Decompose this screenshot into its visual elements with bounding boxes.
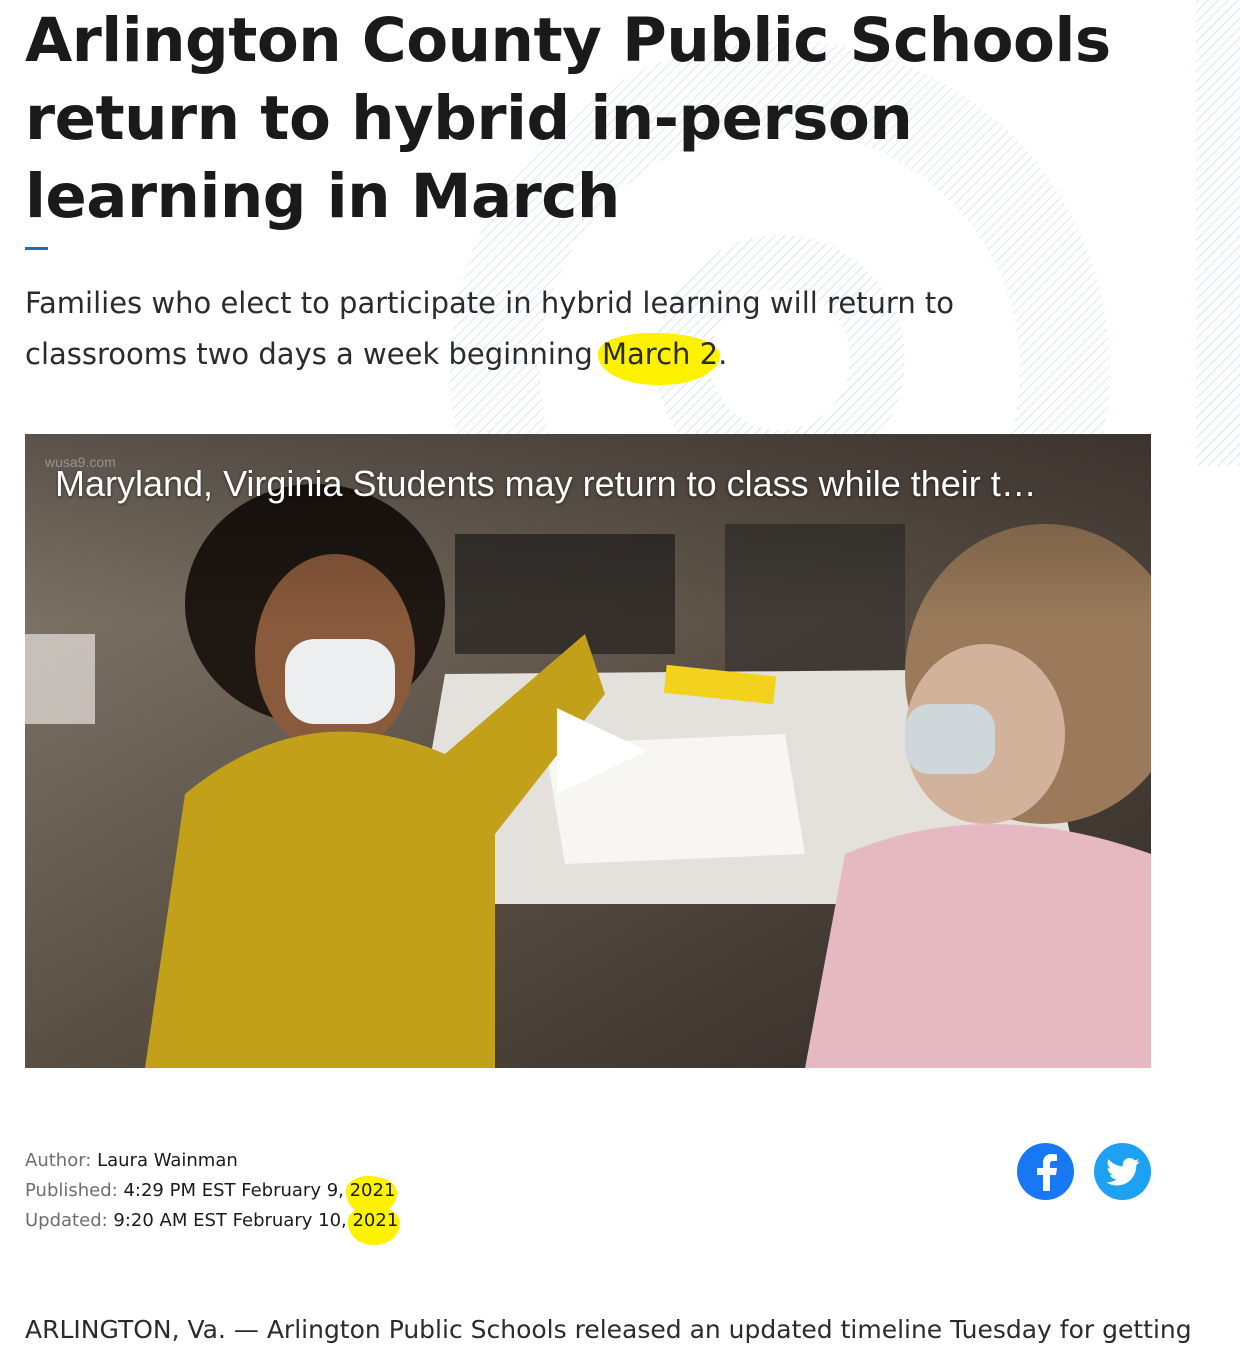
author-label: Author: <box>25 1150 98 1171</box>
published-label: Published: <box>25 1180 124 1201</box>
updated-date: 9:20 AM EST February 10, <box>113 1210 353 1231</box>
dek-highlight: March 2 <box>602 337 719 371</box>
twitter-icon <box>1105 1157 1140 1185</box>
published-line: Published: 4:29 PM EST February 9, 2021 <box>25 1176 398 1206</box>
article-dek: Families who elect to participate in hyb… <box>25 278 1075 380</box>
author-line: Author: Laura Wainman <box>25 1146 398 1176</box>
article-meta: Author: Laura Wainman Published: 4:29 PM… <box>25 1146 398 1236</box>
play-button[interactable] <box>555 706 655 796</box>
article-headline: Arlington County Public Schools return t… <box>25 5 1111 232</box>
accent-rule <box>25 247 48 250</box>
published-date: 4:29 PM EST February 9, <box>123 1180 350 1201</box>
play-icon <box>557 708 647 794</box>
video-title[interactable]: Maryland, Virginia Students may return t… <box>55 462 1125 506</box>
facebook-share-button[interactable] <box>1017 1143 1074 1200</box>
updated-line: Updated: 9:20 AM EST February 10, 2021 <box>25 1206 398 1236</box>
video-player[interactable]: wusa9.com Maryland, Virginia Students ma… <box>25 434 1151 1068</box>
author-name[interactable]: Laura Wainman <box>97 1150 238 1171</box>
published-year: 2021 <box>349 1180 396 1201</box>
updated-year: 2021 <box>352 1210 399 1231</box>
share-buttons <box>1017 1143 1151 1200</box>
twitter-share-button[interactable] <box>1094 1143 1151 1200</box>
dek-text: Families who elect to participate in hyb… <box>25 286 955 371</box>
article-body: ARLINGTON, Va. — Arlington Public School… <box>25 1315 1192 1344</box>
updated-label: Updated: <box>25 1210 114 1231</box>
facebook-icon <box>1036 1153 1057 1191</box>
